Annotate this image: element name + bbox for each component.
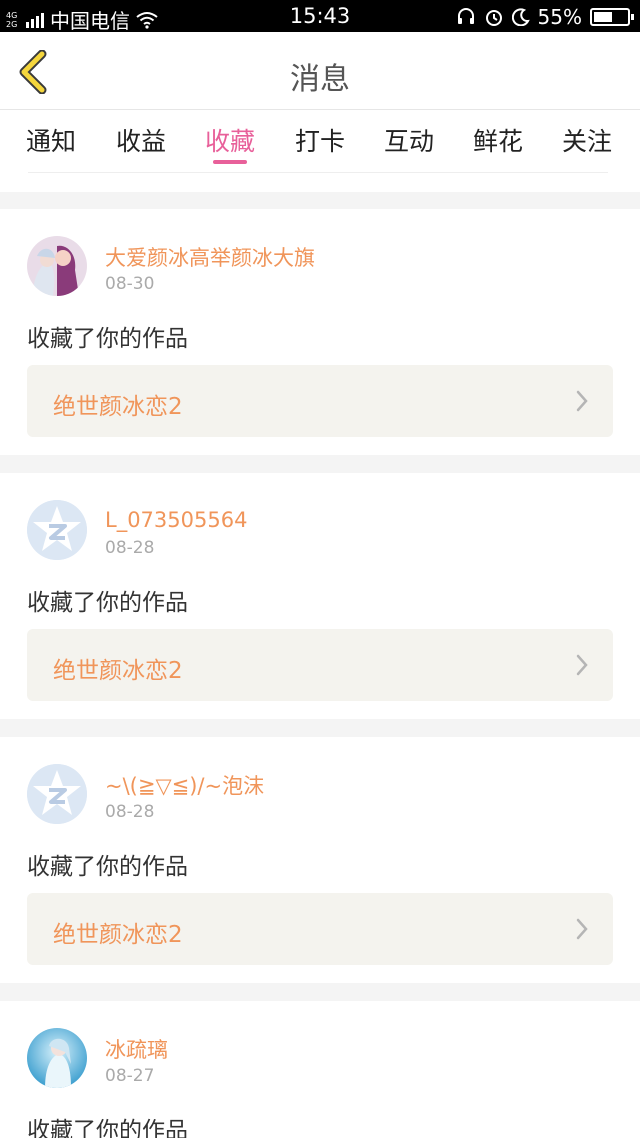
message-date: 08-28 <box>105 538 155 558</box>
tab-notifications[interactable]: 通知 <box>26 122 76 158</box>
username[interactable]: L_073505564 <box>105 508 247 532</box>
battery-icon <box>590 8 634 26</box>
avatar[interactable] <box>27 1028 87 1088</box>
chevron-right-icon <box>576 918 588 940</box>
tab-earnings[interactable]: 收益 <box>116 122 166 158</box>
message-card: ~\(≧▽≦)/~泡沫 08-28 收藏了你的作品 绝世颜冰恋2 <box>0 737 640 983</box>
battery-percent: 55% <box>537 5 582 29</box>
tab-interaction[interactable]: 互动 <box>384 122 434 158</box>
username[interactable]: ~\(≧▽≦)/~泡沫 <box>105 770 264 800</box>
work-link[interactable]: 绝世颜冰恋2 <box>27 365 613 437</box>
message-date: 08-27 <box>105 1066 155 1086</box>
work-link[interactable]: 绝世颜冰恋2 <box>27 893 613 965</box>
message-text: 收藏了你的作品 <box>27 1118 188 1138</box>
tab-flowers[interactable]: 鲜花 <box>473 122 523 158</box>
message-text: 收藏了你的作品 <box>27 590 188 616</box>
chevron-right-icon <box>576 654 588 676</box>
default-avatar-icon[interactable] <box>27 500 87 560</box>
chevron-right-icon <box>576 390 588 412</box>
work-title: 绝世颜冰恋2 <box>53 394 183 420</box>
work-title: 绝世颜冰恋2 <box>53 922 183 948</box>
divider <box>28 172 608 173</box>
tab-follow[interactable]: 关注 <box>562 122 612 158</box>
message-date: 08-28 <box>105 802 155 822</box>
tab-checkin[interactable]: 打卡 <box>295 122 345 158</box>
avatar[interactable] <box>27 236 87 296</box>
message-text: 收藏了你的作品 <box>27 854 188 880</box>
work-title: 绝世颜冰恋2 <box>53 658 183 684</box>
message-text: 收藏了你的作品 <box>27 326 188 352</box>
page-title: 消息 <box>290 62 350 97</box>
username[interactable]: 冰疏璃 <box>105 1034 168 1064</box>
headset-icon <box>457 8 474 24</box>
work-link[interactable]: 绝世颜冰恋2 <box>27 629 613 701</box>
message-card: 冰疏璃 08-27 收藏了你的作品 <box>0 1001 640 1138</box>
message-card: 大爱颜冰高举颜冰大旗 08-30 收藏了你的作品 绝世颜冰恋2 <box>0 209 640 455</box>
status-bar: 4G 2G 中国电信 15:43 55% <box>0 0 640 33</box>
tab-bar: 通知 收益 收藏 打卡 互动 鲜花 关注 <box>0 110 640 192</box>
default-avatar-icon[interactable] <box>27 764 87 824</box>
header: 消息 <box>0 32 640 110</box>
tab-favorites[interactable]: 收藏 <box>205 122 255 158</box>
active-tab-indicator <box>213 160 247 164</box>
alarm-icon <box>485 10 502 26</box>
moon-icon <box>511 8 530 26</box>
message-date: 08-30 <box>105 274 155 294</box>
username[interactable]: 大爱颜冰高举颜冰大旗 <box>105 242 315 272</box>
message-card: L_073505564 08-28 收藏了你的作品 绝世颜冰恋2 <box>0 473 640 719</box>
